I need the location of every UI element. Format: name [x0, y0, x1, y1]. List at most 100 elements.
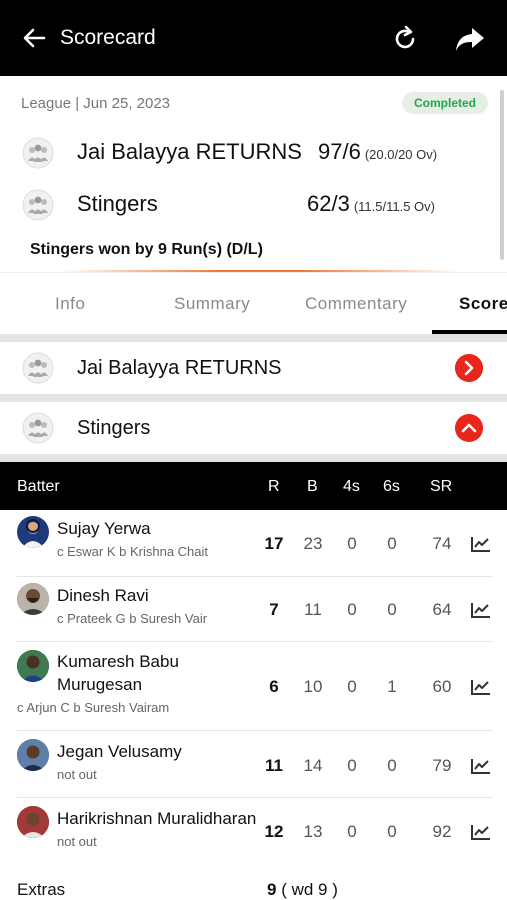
tab-commentary[interactable]: Commentary — [305, 293, 407, 315]
player-avatar — [17, 806, 49, 838]
innings-team-name: Jai Balayya RETURNS — [77, 357, 282, 379]
team-overs: (20.0/20 Ov) — [364, 147, 438, 162]
fours-value: 0 — [347, 600, 357, 619]
team-avatar-icon — [22, 189, 54, 221]
runs-value: 7 — [269, 600, 279, 619]
balls-value: 13 — [303, 822, 323, 841]
team-avatar-icon — [22, 352, 54, 384]
dismissal-text: c Arjun C b Suresh Vairam — [17, 700, 170, 715]
batter-name[interactable]: Dinesh Ravi — [57, 584, 149, 607]
sixes-value: 0 — [387, 822, 397, 841]
match-meta: League | Jun 25, 2023 — [21, 95, 171, 112]
runs-value: 17 — [264, 534, 284, 553]
team-name: Jai Balayya RETURNS — [77, 139, 302, 164]
balls-value: 23 — [303, 534, 323, 553]
chart-line-icon[interactable] — [471, 824, 491, 840]
table-row[interactable]: Sujay Yerwa c Eswar K b Krishna Chait 17… — [0, 510, 507, 577]
team-name: Stingers — [77, 191, 158, 216]
tab-bar: Info Summary Commentary Scorecard — [0, 272, 507, 334]
dismissal-text: not out — [57, 834, 97, 849]
col-batter: Batter — [17, 478, 60, 495]
player-avatar — [17, 583, 49, 615]
extras-detail: ( wd 9 ) — [281, 880, 338, 899]
fours-value: 0 — [347, 756, 357, 775]
team-row-2: Stingers 62/3 (11.5/11.5 Ov) — [0, 185, 503, 225]
table-row[interactable]: Kumaresh Babu Murugesan c Arjun C b Sure… — [0, 642, 507, 731]
tab-info[interactable]: Info — [55, 293, 85, 315]
share-icon[interactable] — [454, 24, 486, 54]
strike-rate-value: 92 — [432, 822, 452, 841]
back-arrow-icon[interactable] — [20, 24, 48, 52]
table-row[interactable]: Harikrishnan Muralidharan not out 12 13 … — [0, 798, 507, 866]
team-avatar-icon — [22, 412, 54, 444]
runs-value: 12 — [264, 822, 284, 841]
dismissal-text: not out — [57, 767, 97, 782]
extras-total: 9 — [267, 880, 277, 899]
dismissal-text: c Eswar K b Krishna Chait — [57, 544, 209, 559]
top-app-bar: Scorecard — [0, 0, 507, 76]
sixes-value: 0 — [387, 756, 397, 775]
dismissal-text: c Prateek G b Suresh Vair — [57, 611, 208, 626]
runs-value: 11 — [265, 756, 283, 775]
batter-name[interactable]: Jegan Velusamy — [57, 740, 182, 763]
status-badge: Completed — [402, 92, 489, 114]
strike-rate-value: 79 — [432, 756, 452, 775]
batting-table-header: Batter R B 4s 6s SR — [0, 462, 507, 510]
extras-row: Extras 9 ( wd 9 ) — [0, 872, 507, 900]
divider — [0, 394, 507, 402]
strike-rate-value: 74 — [432, 534, 452, 553]
col-runs: R — [268, 478, 280, 495]
sixes-value: 0 — [387, 534, 397, 553]
chart-line-icon[interactable] — [471, 602, 491, 618]
col-balls: B — [307, 478, 318, 495]
sixes-value: 1 — [387, 677, 397, 696]
tab-summary[interactable]: Summary — [174, 293, 250, 315]
refresh-icon[interactable] — [390, 24, 420, 54]
table-row[interactable]: Dinesh Ravi c Prateek G b Suresh Vair 7 … — [0, 577, 507, 642]
team-runs: 97/6 — [318, 139, 361, 164]
balls-value: 11 — [304, 600, 322, 619]
strike-rate-value: 60 — [432, 677, 452, 696]
player-avatar — [17, 650, 49, 682]
fours-value: 0 — [347, 534, 357, 553]
chart-line-icon[interactable] — [471, 536, 491, 552]
batter-name-line2[interactable]: Murugesan — [57, 673, 142, 696]
chart-line-icon[interactable] — [471, 679, 491, 695]
balls-value: 10 — [303, 677, 323, 696]
extras-value: 9 ( wd 9 ) — [267, 880, 338, 900]
tab-scorecard[interactable]: Scorecard — [459, 293, 507, 315]
fours-value: 0 — [347, 822, 357, 841]
team-score: 62/3 (11.5/11.5 Ov) — [307, 190, 435, 221]
innings-row-2[interactable]: Stingers — [0, 402, 507, 454]
team-runs: 62/3 — [307, 191, 350, 216]
innings-team-name: Stingers — [77, 417, 151, 439]
strike-rate-value: 64 — [432, 600, 452, 619]
innings-row-1[interactable]: Jai Balayya RETURNS — [0, 342, 507, 394]
team-overs: (11.5/11.5 Ov) — [353, 199, 435, 214]
team-avatar-icon — [22, 137, 54, 169]
col-fours: 4s — [343, 478, 360, 495]
runs-value: 6 — [269, 677, 279, 696]
player-avatar — [17, 516, 49, 548]
page-title: Scorecard — [60, 26, 156, 49]
team-score: 97/6 (20.0/20 Ov) — [318, 138, 437, 169]
batter-name[interactable]: Sujay Yerwa — [57, 517, 151, 540]
extras-label: Extras — [17, 880, 66, 899]
divider — [0, 454, 507, 462]
col-sr: SR — [430, 478, 453, 495]
sixes-value: 0 — [387, 600, 397, 619]
scrollbar[interactable] — [500, 90, 504, 260]
match-result: Stingers won by 9 Run(s) (D/L) — [30, 241, 263, 258]
chevron-right-icon[interactable] — [455, 354, 483, 382]
chart-line-icon[interactable] — [471, 758, 491, 774]
batter-name[interactable]: Kumaresh Babu — [57, 650, 179, 673]
fours-value: 0 — [347, 677, 357, 696]
team-row-1: Jai Balayya RETURNS 97/6 (20.0/20 Ov) — [0, 133, 503, 173]
balls-value: 14 — [303, 756, 323, 775]
table-row[interactable]: Jegan Velusamy not out 11 14 0 0 79 — [0, 731, 507, 798]
match-summary-card: League | Jun 25, 2023 Completed Jai Bala… — [0, 76, 503, 272]
player-avatar — [17, 739, 49, 771]
divider — [0, 334, 507, 342]
chevron-up-icon[interactable] — [455, 414, 483, 442]
batter-name[interactable]: Harikrishnan Muralidharan — [57, 807, 256, 830]
